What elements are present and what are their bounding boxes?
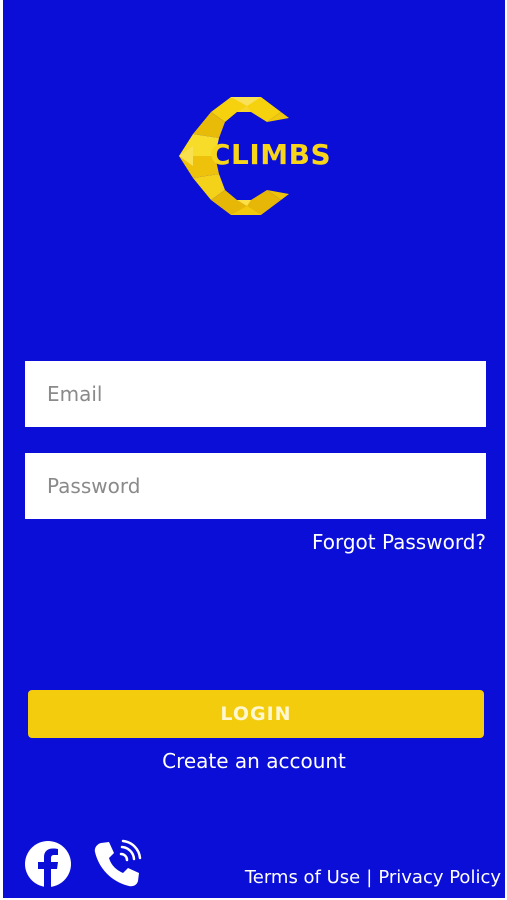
footer-separator: | [366, 867, 373, 888]
password-input[interactable] [25, 453, 486, 519]
privacy-policy-link[interactable]: Privacy Policy [378, 867, 501, 888]
login-button[interactable]: LOGIN [28, 690, 484, 738]
email-input[interactable] [25, 361, 486, 427]
forgot-password-link[interactable]: Forgot Password? [312, 530, 486, 554]
terms-of-use-link[interactable]: Terms of Use [245, 867, 360, 888]
climbs-logo: CLIMBS [175, 94, 345, 218]
facebook-icon[interactable] [24, 840, 72, 888]
footer-links: Terms of Use | Privacy Policy [245, 867, 501, 888]
login-screen: CLIMBS Forgot Password? LOGIN Create an … [3, 0, 505, 898]
phone-icon[interactable] [91, 838, 143, 890]
create-account-link[interactable]: Create an account [3, 749, 505, 773]
logo-text: CLIMBS [210, 138, 332, 171]
